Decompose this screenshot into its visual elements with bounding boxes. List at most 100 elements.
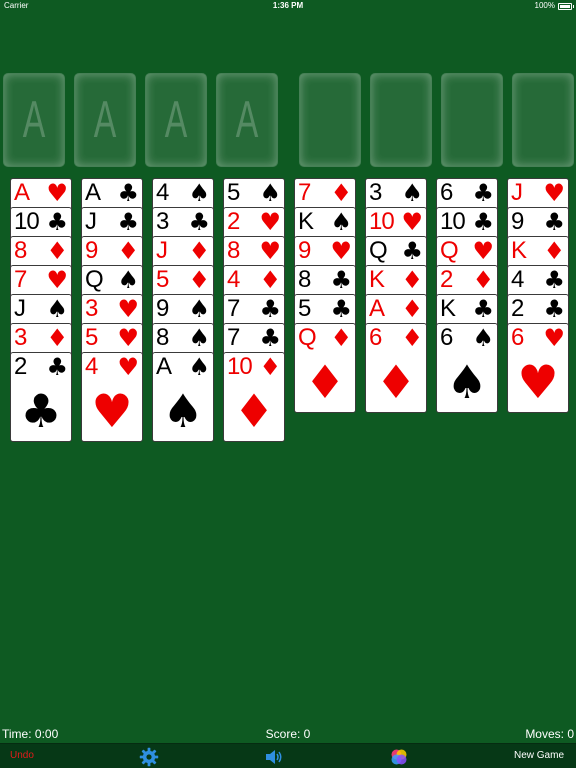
card-center-suit-icon: ♥: [91, 384, 133, 438]
card-suit-icon: ♥: [117, 353, 139, 381]
card-rank: 2: [511, 295, 524, 322]
card-suit-icon: ♥: [330, 237, 352, 265]
card-suit-icon: ♣: [472, 208, 494, 236]
card-rank: 6: [440, 324, 453, 351]
gear-icon[interactable]: [139, 747, 159, 767]
card-rank: A: [85, 179, 101, 206]
card-rank: 7: [227, 324, 240, 351]
card-rank: 5: [156, 266, 169, 293]
playing-card[interactable]: 6 ♥ ♥: [507, 323, 569, 413]
foundation-ace-label: A: [93, 91, 117, 149]
score: Score: 0: [265, 727, 311, 741]
card-rank: Q: [298, 324, 317, 351]
playing-card[interactable]: Q ♦ ♦: [294, 323, 356, 413]
card-suit-icon: ♣: [117, 208, 139, 236]
playing-card[interactable]: 2 ♣ ♣: [10, 352, 72, 442]
card-rank: 10: [440, 208, 466, 235]
card-suit-icon: ♠: [188, 353, 210, 381]
card-suit-icon: ♣: [543, 266, 565, 294]
undo-button[interactable]: Undo: [10, 750, 34, 761]
card-suit-icon: ♣: [259, 295, 281, 323]
foundation-slot[interactable]: A: [3, 73, 65, 167]
free-cell-slot[interactable]: [512, 73, 574, 167]
card-suit-icon: ♥: [259, 237, 281, 265]
card-rank: Q: [440, 237, 459, 264]
card-rank: 6: [369, 324, 382, 351]
card-rank: 7: [14, 266, 27, 293]
card-suit-icon: ♥: [46, 266, 68, 294]
card-rank: A: [369, 295, 385, 322]
info-bar: Time: 0:00 Score: 0 Moves: 0: [0, 727, 576, 742]
battery-indicator: 100%: [535, 0, 574, 12]
playing-card[interactable]: 6 ♦ ♦: [365, 323, 427, 413]
card-rank: Q: [369, 237, 388, 264]
card-rank: J: [156, 237, 168, 264]
playing-card[interactable]: 4 ♥ ♥: [81, 352, 143, 442]
card-suit-icon: ♣: [543, 208, 565, 236]
card-rank: 8: [156, 324, 169, 351]
card-suit-icon: ♥: [401, 208, 423, 236]
card-rank: A: [14, 179, 30, 206]
card-rank: 9: [511, 208, 524, 235]
card-center-suit-icon: ♦: [304, 355, 346, 409]
card-suit-icon: ♠: [472, 324, 494, 352]
status-bar: Carrier 1:36 PM 100%: [0, 0, 576, 12]
free-cell-slot[interactable]: [370, 73, 432, 167]
card-suit-icon: ♦: [259, 266, 281, 294]
playing-card[interactable]: A ♠ ♠: [152, 352, 214, 442]
card-rank: Q: [85, 266, 104, 293]
card-suit-icon: ♣: [472, 179, 494, 207]
card-suit-icon: ♥: [259, 208, 281, 236]
card-suit-icon: ♦: [46, 324, 68, 352]
foundation-slot[interactable]: A: [216, 73, 278, 167]
card-suit-icon: ♦: [401, 266, 423, 294]
card-suit-icon: ♣: [472, 295, 494, 323]
playing-card[interactable]: 6 ♠ ♠: [436, 323, 498, 413]
battery-icon: [558, 2, 574, 10]
card-rank: 8: [227, 237, 240, 264]
card-rank: 10: [369, 208, 395, 235]
card-rank: J: [14, 295, 26, 322]
foundation-ace-label: A: [22, 91, 46, 149]
playing-card[interactable]: 10 ♦ ♦: [223, 352, 285, 442]
foundation-slot[interactable]: A: [74, 73, 136, 167]
card-rank: A: [156, 353, 172, 380]
card-rank: K: [298, 208, 314, 235]
card-suit-icon: ♠: [401, 179, 423, 207]
card-suit-icon: ♦: [259, 353, 281, 381]
free-cell-slot[interactable]: [299, 73, 361, 167]
card-rank: 5: [227, 179, 240, 206]
card-rank: 5: [85, 324, 98, 351]
card-rank: J: [511, 179, 523, 206]
card-suit-icon: ♣: [401, 237, 423, 265]
clock: 1:36 PM: [272, 1, 304, 10]
new-game-button[interactable]: New Game: [514, 750, 564, 761]
card-rank: 5: [298, 295, 311, 322]
card-rank: 8: [298, 266, 311, 293]
game-center-icon[interactable]: [389, 747, 409, 767]
card-suit-icon: ♦: [472, 266, 494, 294]
card-suit-icon: ♣: [46, 353, 68, 381]
card-suit-icon: ♠: [188, 324, 210, 352]
card-suit-icon: ♠: [188, 295, 210, 323]
card-rank: 6: [511, 324, 524, 351]
card-rank: 10: [14, 208, 40, 235]
card-suit-icon: ♦: [401, 324, 423, 352]
speaker-icon[interactable]: [264, 747, 284, 767]
card-suit-icon: ♦: [188, 266, 210, 294]
card-suit-icon: ♣: [46, 208, 68, 236]
card-rank: J: [85, 208, 97, 235]
card-suit-icon: ♥: [472, 237, 494, 265]
card-rank: 4: [227, 266, 240, 293]
card-center-suit-icon: ♠: [162, 384, 204, 438]
card-rank: 3: [14, 324, 27, 351]
card-rank: 9: [156, 295, 169, 322]
foundation-slot[interactable]: A: [145, 73, 207, 167]
card-rank: 2: [227, 208, 240, 235]
card-suit-icon: ♣: [543, 295, 565, 323]
card-suit-icon: ♦: [330, 179, 352, 207]
card-suit-icon: ♣: [259, 324, 281, 352]
card-rank: 3: [85, 295, 98, 322]
free-cell-slot[interactable]: [441, 73, 503, 167]
card-center-suit-icon: ♦: [233, 384, 275, 438]
